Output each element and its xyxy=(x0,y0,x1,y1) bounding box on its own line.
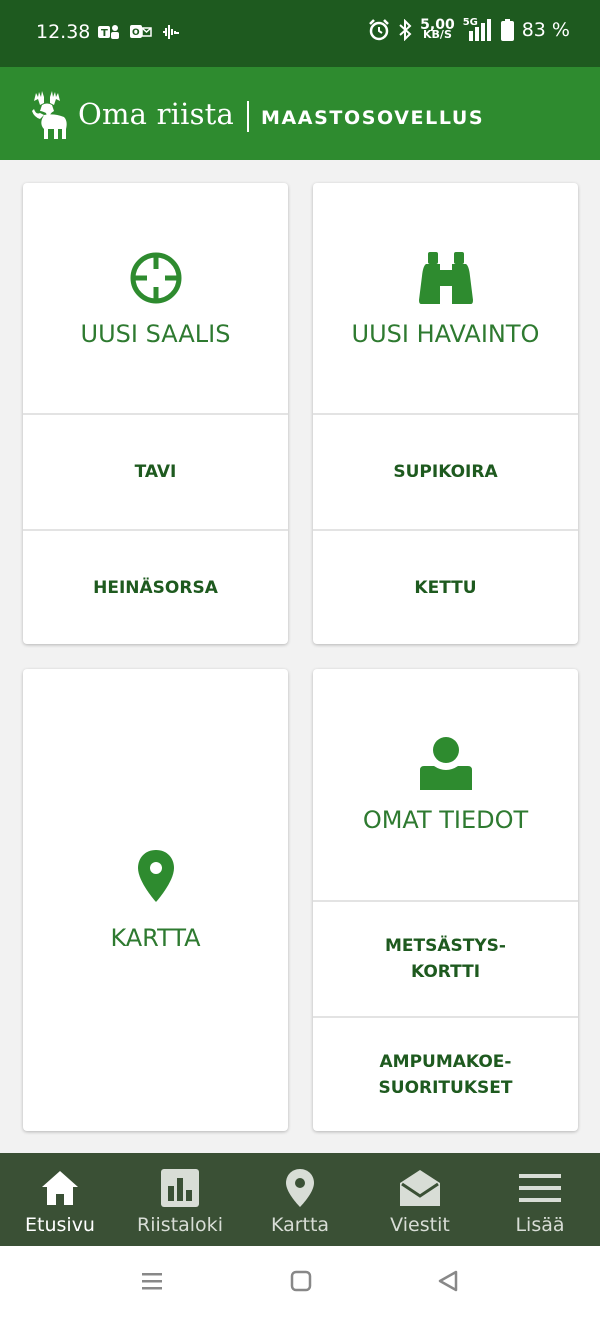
status-bar: 12.38 T O 5,00 KB/S 5G 83 % xyxy=(0,0,600,67)
bluetooth-icon xyxy=(399,19,412,41)
battery-icon xyxy=(500,19,514,41)
binoculars-icon xyxy=(418,251,473,304)
shooting-tests-label-line1: AMPUMAKOE- xyxy=(379,1051,512,1072)
home-button-icon[interactable] xyxy=(290,1270,312,1292)
shooting-tests-label: AMPUMAKOE- SUORITUKSET xyxy=(379,1049,513,1101)
shooting-tests-label-line2: SUORITUKSET xyxy=(378,1077,513,1098)
app-subtitle: MAASTOSOVELLUS xyxy=(261,107,485,129)
map-button[interactable]: KARTTA xyxy=(23,669,288,1131)
back-icon[interactable] xyxy=(437,1270,459,1292)
quick-catch-label: HEINÄSORSA xyxy=(93,577,218,598)
new-observation-button[interactable]: UUSI HAVAINTO xyxy=(313,183,578,414)
speed-unit: KB/S xyxy=(423,28,452,41)
nav-item-label: Kartta xyxy=(270,1214,330,1236)
battery-level: 83 % xyxy=(521,19,570,41)
nav-item-game-log[interactable]: Riistaloki xyxy=(120,1153,240,1246)
new-catch-label: UUSI SAALIS xyxy=(80,319,231,348)
shooting-tests-item[interactable]: AMPUMAKOE- SUORITUKSET xyxy=(313,1016,578,1131)
nav-item-label: Viestit xyxy=(390,1214,450,1236)
new-catch-button[interactable]: UUSI SAALIS xyxy=(23,183,288,414)
map-pin-icon xyxy=(137,850,174,902)
card-map[interactable]: KARTTA xyxy=(23,669,288,1131)
home-icon xyxy=(40,1168,80,1208)
quick-catch-item[interactable]: HEINÄSORSA xyxy=(23,529,288,644)
person-icon xyxy=(419,737,472,790)
svg-text:O: O xyxy=(132,28,140,38)
nav-item-map[interactable]: Kartta xyxy=(240,1153,360,1246)
new-observation-label: UUSI HAVAINTO xyxy=(351,319,540,348)
crosshair-icon xyxy=(130,252,181,303)
audio-wave-icon xyxy=(163,25,179,39)
map-label: KARTTA xyxy=(110,924,201,952)
network-speed: 5,00 KB/S xyxy=(420,18,455,41)
bottom-navigation: Etusivu Riistaloki Kartta Viestit Lisää xyxy=(0,1153,600,1246)
hunting-card-label: METSÄSTYS- KORTTI xyxy=(385,933,506,985)
nav-item-messages[interactable]: Viestit xyxy=(360,1153,480,1246)
signal-icon xyxy=(468,19,491,41)
app-header: Oma riista MAASTOSOVELLUS xyxy=(0,67,600,160)
hunting-card-label-line2: KORTTI xyxy=(410,962,481,982)
my-info-label: OMAT TIEDOT xyxy=(362,806,529,834)
quick-observation-item[interactable]: SUPIKOIRA xyxy=(313,413,578,529)
envelope-icon xyxy=(399,1168,441,1208)
app-title: Oma riista xyxy=(78,97,235,131)
moose-logo-icon xyxy=(32,91,67,139)
hunting-card-item[interactable]: METSÄSTYS- KORTTI xyxy=(313,900,578,1016)
menu-icon xyxy=(519,1168,561,1208)
nav-item-home[interactable]: Etusivu xyxy=(0,1153,120,1246)
teams-icon: T xyxy=(98,25,119,39)
nav-item-label: Riistaloki xyxy=(137,1214,223,1236)
outlook-icon: O xyxy=(130,25,152,38)
quick-catch-label: TAVI xyxy=(134,462,177,482)
signal-indicator: 5G xyxy=(463,17,493,41)
svg-text:T: T xyxy=(101,28,108,39)
status-right-icons: 5,00 KB/S 5G 83 % xyxy=(368,17,570,41)
status-time: 12.38 xyxy=(36,21,91,43)
hunting-card-label-line1: METSÄSTYS- xyxy=(385,936,506,956)
nav-item-more[interactable]: Lisää xyxy=(480,1153,600,1246)
nav-item-label: Lisää xyxy=(515,1214,565,1236)
card-new-observation: UUSI HAVAINTO SUPIKOIRA KETTU xyxy=(313,183,578,644)
nav-item-label: Etusivu xyxy=(25,1214,95,1236)
my-info-button[interactable]: OMAT TIEDOT xyxy=(313,669,578,901)
quick-observation-item[interactable]: KETTU xyxy=(313,529,578,644)
notification-icons: T O xyxy=(98,22,180,42)
recent-apps-icon[interactable] xyxy=(141,1270,163,1292)
header-divider xyxy=(247,101,249,132)
card-my-info: OMAT TIEDOT METSÄSTYS- KORTTI AMPUMAKOE- S… xyxy=(313,669,578,1131)
card-new-catch: UUSI SAALIS TAVI HEINÄSORSA xyxy=(23,183,288,644)
system-navigation-bar xyxy=(0,1246,600,1320)
map-pin-icon xyxy=(285,1168,315,1208)
quick-observation-label: KETTU xyxy=(414,577,477,598)
alarm-icon xyxy=(369,19,390,41)
quick-observation-label: SUPIKOIRA xyxy=(393,462,498,482)
bar-chart-icon xyxy=(160,1168,200,1208)
quick-catch-item[interactable]: TAVI xyxy=(23,413,288,529)
